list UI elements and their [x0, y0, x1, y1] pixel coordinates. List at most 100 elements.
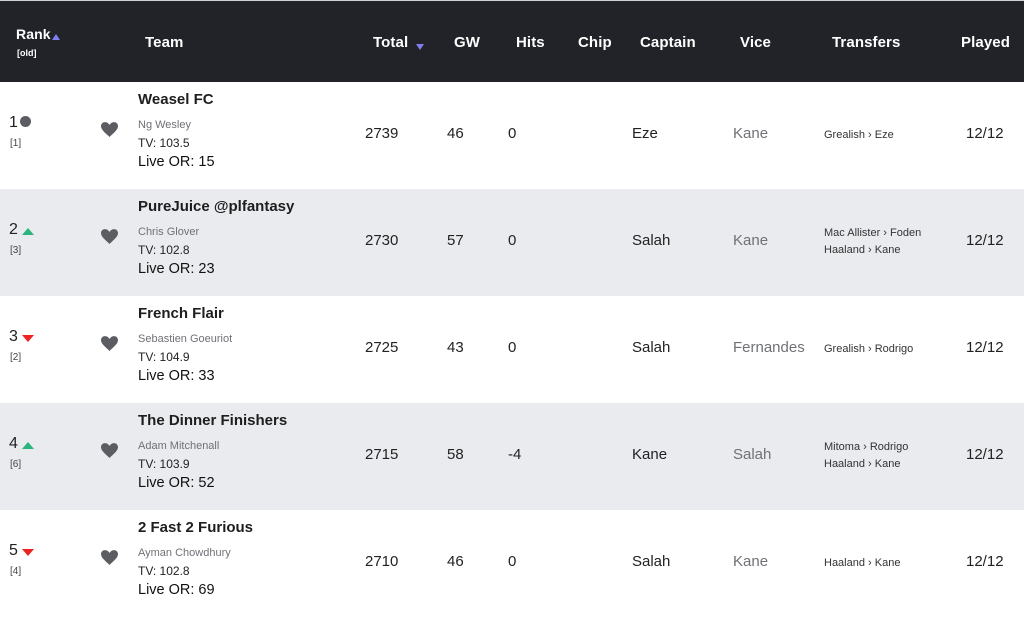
rank-number: 5: [9, 542, 18, 559]
gameweek-points: 57: [447, 232, 464, 249]
transfers-list: Mac Allister › Foden Haaland › Kane: [824, 225, 921, 259]
favorite-heart-icon[interactable]: [101, 550, 118, 570]
rank-number: 2: [9, 221, 18, 238]
rank-movement-icon: [22, 442, 34, 449]
hits-value: 0: [508, 553, 517, 570]
captain-name: Salah: [632, 553, 671, 570]
column-header-chip[interactable]: Chip: [578, 34, 612, 51]
favorite-heart-icon[interactable]: [101, 122, 118, 142]
gameweek-points: 58: [447, 446, 464, 463]
manager-name: Ng Wesley: [138, 119, 191, 131]
team-name-link[interactable]: The Dinner Finishers: [138, 412, 287, 429]
vice-captain-name: Fernandes: [733, 339, 805, 356]
players-played: 12/12: [966, 446, 1004, 463]
vice-captain-name: Salah: [733, 446, 772, 463]
live-overall-rank: Live OR: 33: [138, 368, 215, 384]
favorite-heart-icon[interactable]: [101, 336, 118, 356]
captain-name: Salah: [632, 232, 671, 249]
transfer-item: Haaland › Kane: [824, 557, 901, 569]
column-header-total[interactable]: Total: [373, 34, 425, 51]
favorite-heart-icon[interactable]: [101, 229, 118, 249]
old-rank: [6]: [10, 459, 22, 470]
team-value: TV: 103.5: [138, 136, 190, 150]
table-row[interactable]: 2 [3] PureJuice @plfantasy Chris Glover …: [0, 189, 1024, 296]
column-header-transfers[interactable]: Transfers: [832, 34, 900, 51]
manager-name: Chris Glover: [138, 226, 200, 238]
live-overall-rank: Live OR: 52: [138, 475, 215, 491]
total-points: 2715: [365, 446, 399, 463]
transfers-list: Grealish › Rodrigo: [824, 341, 913, 358]
column-header-gw[interactable]: GW: [454, 34, 480, 51]
transfer-item: Mitoma › Rodrigo: [824, 441, 909, 453]
rank-movement-icon: [22, 228, 34, 235]
vice-captain-name: Kane: [733, 125, 769, 142]
table-row[interactable]: 5 [4] 2 Fast 2 Furious Ayman Chowdhury T…: [0, 510, 1024, 617]
players-played: 12/12: [966, 232, 1004, 249]
rank-movement-icon: [22, 335, 34, 342]
hits-value: 0: [508, 125, 517, 142]
favorite-heart-icon[interactable]: [101, 443, 118, 463]
old-rank: [3]: [10, 245, 22, 256]
column-header-captain[interactable]: Captain: [640, 34, 696, 51]
gameweek-points: 43: [447, 339, 464, 356]
hits-value: -4: [508, 446, 522, 463]
column-header-hits[interactable]: Hits: [516, 34, 545, 51]
captain-name: Kane: [632, 446, 668, 463]
rank-down-arrow-icon: [22, 335, 34, 342]
players-played: 12/12: [966, 553, 1004, 570]
captain-name: Salah: [632, 339, 671, 356]
team-value: TV: 104.9: [138, 350, 190, 364]
players-played: 12/12: [966, 339, 1004, 356]
rank-number: 1: [9, 114, 18, 131]
old-rank: [2]: [10, 352, 22, 363]
vice-captain-name: Kane: [733, 232, 769, 249]
column-header-team[interactable]: Team: [145, 34, 183, 51]
manager-name: Ayman Chowdhury: [138, 547, 231, 559]
team-name-link[interactable]: French Flair: [138, 305, 224, 322]
rank-up-arrow-icon: [22, 442, 34, 449]
captain-name: Eze: [632, 125, 658, 142]
team-value: TV: 103.9: [138, 457, 190, 471]
manager-name: Adam Mitchenall: [138, 440, 220, 452]
live-overall-rank: Live OR: 69: [138, 582, 215, 598]
total-points: 2710: [365, 553, 399, 570]
old-rank: [4]: [10, 566, 22, 577]
transfers-list: Haaland › Kane: [824, 555, 900, 572]
gameweek-points: 46: [447, 553, 464, 570]
table-row[interactable]: 3 [2] French Flair Sebastien Goeuriot TV…: [0, 296, 1024, 403]
players-played: 12/12: [966, 125, 1004, 142]
gameweek-points: 46: [447, 125, 464, 142]
hits-value: 0: [508, 339, 517, 356]
transfers-list: Mitoma › Rodrigo Haaland › Kane: [824, 439, 908, 473]
team-name-link[interactable]: Weasel FC: [138, 91, 214, 108]
transfer-item: Grealish › Eze: [824, 129, 894, 141]
live-overall-rank: Live OR: 23: [138, 261, 215, 277]
rank-number: 3: [9, 328, 18, 345]
table-row[interactable]: 4 [6] The Dinner Finishers Adam Mitchena…: [0, 403, 1024, 510]
column-header-rank[interactable]: Rank: [16, 26, 60, 42]
column-header-played[interactable]: Played: [961, 34, 1010, 51]
team-value: TV: 102.8: [138, 243, 190, 257]
rank-movement-icon: [22, 549, 34, 556]
transfer-item: Grealish › Rodrigo: [824, 343, 914, 355]
rank-old-sublabel: [old]: [17, 48, 37, 58]
total-points: 2725: [365, 339, 399, 356]
column-header-vice[interactable]: Vice: [740, 34, 771, 51]
sort-ascending-icon: [51, 34, 60, 40]
transfers-list: Grealish › Eze: [824, 127, 894, 144]
team-name-link[interactable]: PureJuice @plfantasy: [138, 198, 294, 215]
rank-up-arrow-icon: [22, 228, 34, 235]
manager-name: Sebastien Goeuriot: [138, 333, 233, 345]
rank-unchanged-dot-icon: [20, 116, 31, 127]
sort-descending-icon: [416, 44, 425, 50]
transfer-item: Haaland › Kane: [824, 244, 901, 256]
total-points: 2739: [365, 125, 399, 142]
table-row[interactable]: 1 [1] Weasel FC Ng Wesley TV: 103.5 Live…: [0, 82, 1024, 189]
transfer-item: Mac Allister › Foden: [824, 227, 922, 239]
rank-down-arrow-icon: [22, 549, 34, 556]
transfer-item: Haaland › Kane: [824, 458, 901, 470]
vice-captain-name: Kane: [733, 553, 769, 570]
team-name-link[interactable]: 2 Fast 2 Furious: [138, 519, 253, 536]
live-overall-rank: Live OR: 15: [138, 154, 215, 170]
standings-table-body: 1 [1] Weasel FC Ng Wesley TV: 103.5 Live…: [0, 82, 1024, 617]
